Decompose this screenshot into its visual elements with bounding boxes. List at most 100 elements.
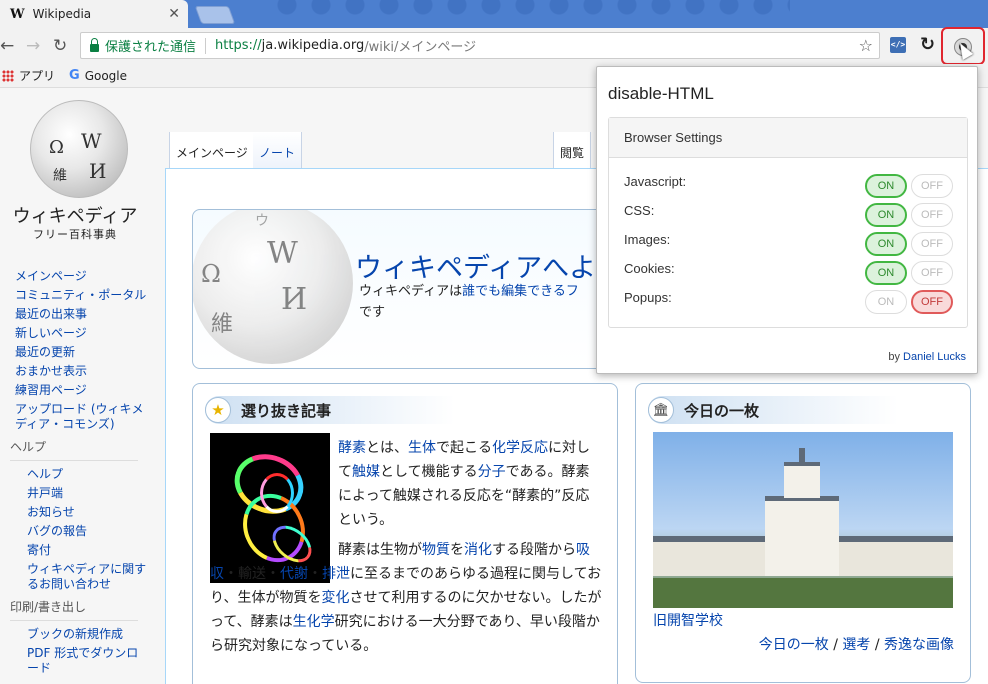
sidebar-item-0[interactable]: メインページ — [15, 269, 150, 284]
panel-heading: Browser Settings — [609, 118, 967, 158]
welcome-box: ウ W Ω И 維 ウィキペディアへよう ウィキペディアは誰でも編集できるフ で… — [192, 209, 612, 369]
forward-arrow-icon[interactable]: → — [26, 36, 40, 56]
photo-spire — [799, 448, 805, 464]
tab-strip: W Wikipedia ✕ — [0, 0, 988, 28]
featured-p2-text-2: を — [450, 542, 464, 558]
featured-p2-text-4: する段階から — [492, 542, 576, 558]
logo-glyph-w: W — [81, 129, 102, 153]
toggle-off-button[interactable]: OFF — [911, 261, 953, 285]
bookmark-google-label: Google — [84, 68, 128, 83]
sidebar-item-7[interactable]: アップロード (ウィキメディア・コモンズ) — [15, 402, 150, 432]
tab-main-page[interactable]: メインページ — [169, 132, 255, 168]
featured-p2-link-1[interactable]: 物質 — [422, 542, 450, 558]
help-item-1[interactable]: 井戸端 — [27, 486, 150, 501]
toggle-off-button[interactable]: OFF — [911, 290, 953, 314]
featured-p2-text-8: ・ — [308, 566, 322, 582]
school-photo[interactable] — [653, 432, 953, 608]
help-item-3[interactable]: バグの報告 — [27, 524, 150, 539]
setting-row: Popups: ON OFF — [624, 290, 954, 314]
reload-icon[interactable]: ↻ — [53, 36, 67, 56]
photo-caption[interactable]: 旧開智学校 — [653, 610, 723, 630]
featured-p1-text-7: として機能する — [380, 464, 478, 480]
sidebar-item-3[interactable]: 新しいページ — [15, 326, 150, 341]
help-item-4[interactable]: 寄付 — [27, 543, 150, 558]
bookmark-apps[interactable]: アプリ — [0, 67, 55, 84]
tab-wikipedia[interactable]: W Wikipedia ✕ — [0, 0, 188, 28]
star-icon: ★ — [205, 397, 231, 423]
logo-glyph-i: И — [89, 159, 107, 183]
close-icon[interactable]: ✕ — [168, 6, 180, 22]
toggle-on-button[interactable]: ON — [865, 174, 907, 198]
link-picture-of-day[interactable]: 今日の一枚 — [759, 637, 829, 653]
featured-article-box: ★ 選り抜き記事 酵素とは、生体で起こる化学反応に対して触媒として機能する分子で… — [192, 383, 618, 684]
wikipedia-favicon-icon: W — [10, 6, 25, 22]
sync-extension-icon[interactable]: ↻ — [920, 34, 935, 55]
featured-p2-link-11[interactable]: 変化 — [321, 590, 349, 606]
bookmark-star-icon[interactable]: ☆ — [859, 36, 873, 55]
toggle-on-button[interactable]: ON — [865, 232, 907, 256]
featured-p1-link-0[interactable]: 酵素 — [338, 440, 366, 456]
print-item-1[interactable]: PDF 形式でダウンロード — [27, 646, 150, 676]
toggle-on-button[interactable]: ON — [865, 290, 907, 314]
url-scheme: https:// — [215, 38, 262, 53]
author-link[interactable]: Daniel Lucks — [903, 351, 966, 363]
sidebar-item-5[interactable]: おまかせ表示 — [15, 364, 150, 379]
setting-label: Images: — [624, 232, 671, 247]
featured-p1-text-3: で起こる — [436, 440, 492, 456]
featured-p2-link-13[interactable]: 生化学 — [293, 614, 335, 630]
disable-html-popup: disable-HTML Browser Settings Javascript… — [596, 66, 978, 374]
help-item-2[interactable]: お知らせ — [27, 505, 150, 520]
new-tab-button[interactable] — [194, 6, 236, 24]
lock-icon — [90, 37, 99, 52]
sidebar-item-4[interactable]: 最近の更新 — [15, 345, 150, 360]
toggle-on-button[interactable]: ON — [865, 203, 907, 227]
back-arrow-icon[interactable]: ← — [0, 36, 14, 56]
setting-label: CSS: — [624, 203, 655, 218]
featured-p1-link-6[interactable]: 触媒 — [352, 464, 380, 480]
welcome-sub-link[interactable]: 誰でも編集できるフ — [462, 284, 579, 299]
help-item-0[interactable]: ヘルプ — [27, 467, 150, 482]
setting-row: Cookies: ON OFF — [624, 261, 954, 285]
featured-paragraph-1: 酵素とは、生体で起こる化学反応に対して触媒として機能する分子である。酵素によって… — [338, 436, 603, 532]
featured-p2-text-0: 酵素は生物が — [338, 542, 422, 558]
help-item-5[interactable]: ウィキペディアに関するお問い合わせ — [27, 562, 150, 592]
address-separator — [205, 37, 207, 54]
toggle-on-button[interactable]: ON — [865, 261, 907, 285]
print-heading[interactable]: 印刷/書き出し — [10, 600, 138, 621]
bookmark-google[interactable]: G Google — [69, 68, 127, 83]
help-heading[interactable]: ヘルプ — [10, 440, 138, 461]
wikipedia-globe-logo[interactable]: W Ω И 維 — [30, 100, 128, 198]
featured-paragraph-2: 酵素は生物が物質を消化する段階から吸収・輸送・代謝・排泄に至るまでのあらゆる過程… — [210, 538, 605, 658]
sidebar-item-1[interactable]: コミュニティ・ポータル — [15, 288, 150, 303]
tab-title: Wikipedia — [32, 7, 92, 21]
toggle-off-button[interactable]: OFF — [911, 203, 953, 227]
welcome-glyph-1: ウ — [255, 213, 269, 229]
setting-label: Popups: — [624, 290, 672, 305]
sidebar-nav: メインページ コミュニティ・ポータル 最近の出来事 新しいページ 最近の更新おまかせ表示… — [10, 269, 150, 680]
tab-read[interactable]: 閲覧 — [553, 132, 592, 168]
featured-p2-link-9[interactable]: 排泄 — [322, 566, 350, 582]
featured-p1-link-2[interactable]: 生体 — [408, 440, 436, 456]
photo-building-center — [765, 496, 839, 576]
sidebar: W Ω И 維 ウィキペディア フリー百科事典 メインページ コミュニティ・ポータ… — [0, 88, 165, 684]
print-item-0[interactable]: ブックの新規作成 — [27, 627, 150, 642]
site-name: ウィキペディア — [12, 206, 138, 227]
featured-p1-link-8[interactable]: 分子 — [478, 464, 506, 480]
tab-talk[interactable]: ノート — [253, 132, 303, 168]
featured-p1-link-4[interactable]: 化学反応 — [492, 440, 548, 456]
link-selection[interactable]: 選考 — [842, 637, 870, 653]
link-featured-pictures[interactable]: 秀逸な画像 — [884, 637, 954, 653]
featured-header: ★ 選り抜き記事 — [205, 396, 455, 424]
toggle-off-button[interactable]: OFF — [911, 174, 953, 198]
welcome-glyph-kanji: 維 — [211, 312, 234, 337]
code-extension-icon[interactable]: </> — [890, 37, 906, 53]
featured-p2-link-3[interactable]: 消化 — [464, 542, 492, 558]
toggle-off-button[interactable]: OFF — [911, 232, 953, 256]
address-bar[interactable]: 保護された通信 https:// ja.wikipedia.org /wiki/… — [80, 32, 880, 59]
setting-row: Images: ON OFF — [624, 232, 954, 256]
popup-footer: by Daniel Lucks — [888, 351, 966, 363]
featured-p2-link-7[interactable]: 代謝 — [280, 566, 308, 582]
sidebar-item-2[interactable]: 最近の出来事 — [15, 307, 150, 322]
sidebar-item-6[interactable]: 練習用ページ — [15, 383, 150, 398]
apps-grid-icon — [2, 69, 14, 82]
